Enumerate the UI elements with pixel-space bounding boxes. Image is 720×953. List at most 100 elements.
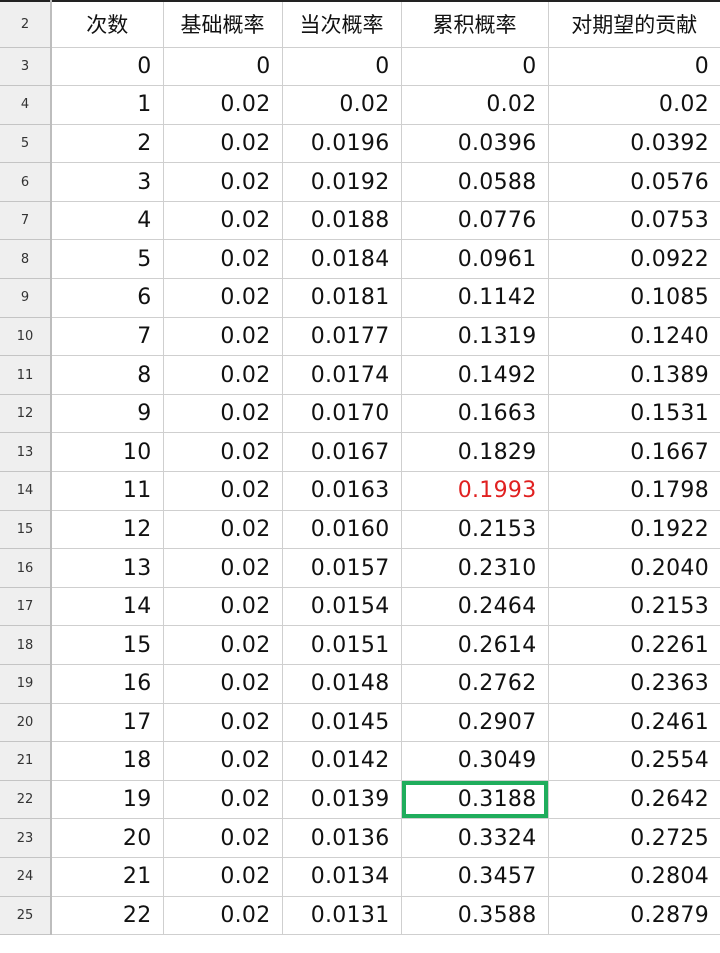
cell-expected-contribution[interactable]: 0.1798: [548, 471, 720, 511]
row-number[interactable]: 25: [0, 896, 52, 936]
cell-expected-contribution[interactable]: 0.0576: [548, 162, 720, 202]
cell-base-probability[interactable]: 0.02: [163, 587, 283, 627]
row-number[interactable]: 4: [0, 85, 52, 125]
row-number[interactable]: 13: [0, 432, 52, 473]
cell-cumulative-probability[interactable]: 0.2614: [401, 625, 549, 665]
cell-count[interactable]: 7: [51, 317, 164, 357]
cell-base-probability[interactable]: 0.02: [163, 780, 283, 820]
cell-cumulative-probability[interactable]: 0.1142: [401, 278, 549, 318]
cell-expected-contribution[interactable]: 0.0922: [548, 239, 720, 280]
cell-current-probability[interactable]: 0.0136: [282, 818, 402, 858]
cell-base-probability[interactable]: 0.02: [163, 278, 283, 318]
cell-count[interactable]: 6: [51, 278, 164, 318]
cell-current-probability[interactable]: 0.0131: [282, 896, 402, 936]
cell-current-probability[interactable]: 0.0163: [282, 471, 402, 511]
row-number[interactable]: 9: [0, 278, 52, 318]
row-number[interactable]: 18: [0, 625, 52, 665]
cell-cumulative-probability[interactable]: 0.2153: [401, 510, 549, 550]
row-number[interactable]: 2: [0, 0, 52, 48]
row-number[interactable]: 12: [0, 394, 52, 434]
cell-cumulative-probability[interactable]: 0.02: [401, 85, 549, 125]
cell-expected-contribution[interactable]: 0.2554: [548, 741, 720, 781]
header-cell-expected-contribution[interactable]: 对期望的贡献: [548, 0, 720, 48]
cell-current-probability[interactable]: 0.0177: [282, 317, 402, 357]
cell-current-probability[interactable]: 0.0196: [282, 124, 402, 164]
cell-current-probability[interactable]: 0.02: [282, 85, 402, 125]
cell-cumulative-probability[interactable]: 0.0588: [401, 162, 549, 202]
cell-expected-contribution[interactable]: 0.2642: [548, 780, 720, 820]
cell-expected-contribution[interactable]: 0.1240: [548, 317, 720, 357]
selected-cell[interactable]: 0.3188: [401, 780, 549, 820]
cell-count[interactable]: 22: [51, 896, 164, 936]
cell-base-probability[interactable]: 0.02: [163, 432, 283, 473]
row-number[interactable]: 3: [0, 47, 52, 87]
cell-current-probability[interactable]: 0.0184: [282, 239, 402, 280]
row-number[interactable]: 10: [0, 317, 52, 357]
cell-count[interactable]: 5: [51, 239, 164, 280]
row-number[interactable]: 11: [0, 355, 52, 395]
cell-base-probability[interactable]: 0.02: [163, 239, 283, 280]
cell-count[interactable]: 2: [51, 124, 164, 164]
row-number[interactable]: 20: [0, 703, 52, 743]
row-number[interactable]: 23: [0, 818, 52, 858]
cell-cumulative-probability[interactable]: 0.3588: [401, 896, 549, 936]
row-number[interactable]: 8: [0, 239, 52, 280]
cell-base-probability[interactable]: 0.02: [163, 201, 283, 241]
cell-base-probability[interactable]: 0.02: [163, 85, 283, 125]
cell-current-probability[interactable]: 0.0188: [282, 201, 402, 241]
cell-current-probability[interactable]: 0.0167: [282, 432, 402, 473]
header-cell-base-probability[interactable]: 基础概率: [163, 0, 283, 48]
cell-current-probability[interactable]: 0.0192: [282, 162, 402, 202]
cell-expected-contribution[interactable]: 0.1085: [548, 278, 720, 318]
cell-cumulative-probability[interactable]: 0.1319: [401, 317, 549, 357]
cell-count[interactable]: 1: [51, 85, 164, 125]
cell-count[interactable]: 18: [51, 741, 164, 781]
row-number[interactable]: 17: [0, 587, 52, 627]
cell-cumulative-probability[interactable]: 0.3457: [401, 857, 549, 897]
cell-base-probability[interactable]: 0: [163, 47, 283, 87]
cell-expected-contribution[interactable]: 0.2153: [548, 587, 720, 627]
cell-current-probability[interactable]: 0.0181: [282, 278, 402, 318]
cell-count[interactable]: 11: [51, 471, 164, 511]
cell-base-probability[interactable]: 0.02: [163, 394, 283, 434]
cell-cumulative-probability[interactable]: 0.0961: [401, 239, 549, 280]
cell-base-probability[interactable]: 0.02: [163, 162, 283, 202]
cell-base-probability[interactable]: 0.02: [163, 741, 283, 781]
cell-count[interactable]: 0: [51, 47, 164, 87]
row-number[interactable]: 21: [0, 741, 52, 781]
cell-expected-contribution[interactable]: 0.1531: [548, 394, 720, 434]
cell-expected-contribution[interactable]: 0.0753: [548, 201, 720, 241]
cell-expected-contribution[interactable]: 0.1922: [548, 510, 720, 550]
cell-count[interactable]: 17: [51, 703, 164, 743]
cell-expected-contribution[interactable]: 0.2261: [548, 625, 720, 665]
cell-count[interactable]: 21: [51, 857, 164, 897]
cell-current-probability[interactable]: 0.0134: [282, 857, 402, 897]
cell-current-probability[interactable]: 0.0157: [282, 548, 402, 588]
cell-count[interactable]: 20: [51, 818, 164, 858]
cell-expected-contribution[interactable]: 0.0392: [548, 124, 720, 164]
row-number[interactable]: 22: [0, 780, 52, 820]
cell-current-probability[interactable]: 0.0154: [282, 587, 402, 627]
cell-cumulative-probability[interactable]: 0.3049: [401, 741, 549, 781]
cell-base-probability[interactable]: 0.02: [163, 703, 283, 743]
row-number[interactable]: 6: [0, 162, 52, 202]
cell-expected-contribution[interactable]: 0.2040: [548, 548, 720, 588]
cell-cumulative-probability[interactable]: 0: [401, 47, 549, 87]
cell-count[interactable]: 19: [51, 780, 164, 820]
cell-count[interactable]: 3: [51, 162, 164, 202]
cell-current-probability[interactable]: 0.0142: [282, 741, 402, 781]
cell-count[interactable]: 14: [51, 587, 164, 627]
header-cell-current-probability[interactable]: 当次概率: [282, 0, 402, 48]
cell-count[interactable]: 4: [51, 201, 164, 241]
row-number[interactable]: 7: [0, 201, 52, 241]
cell-current-probability[interactable]: 0.0145: [282, 703, 402, 743]
cell-base-probability[interactable]: 0.02: [163, 664, 283, 704]
cell-base-probability[interactable]: 0.02: [163, 510, 283, 550]
cell-expected-contribution[interactable]: 0.2461: [548, 703, 720, 743]
cell-cumulative-probability[interactable]: 0.1829: [401, 432, 549, 473]
cell-cumulative-probability[interactable]: 0.1492: [401, 355, 549, 395]
cell-base-probability[interactable]: 0.02: [163, 355, 283, 395]
cell-cumulative-probability[interactable]: 0.3324: [401, 818, 549, 858]
cell-base-probability[interactable]: 0.02: [163, 317, 283, 357]
cell-current-probability[interactable]: 0.0160: [282, 510, 402, 550]
